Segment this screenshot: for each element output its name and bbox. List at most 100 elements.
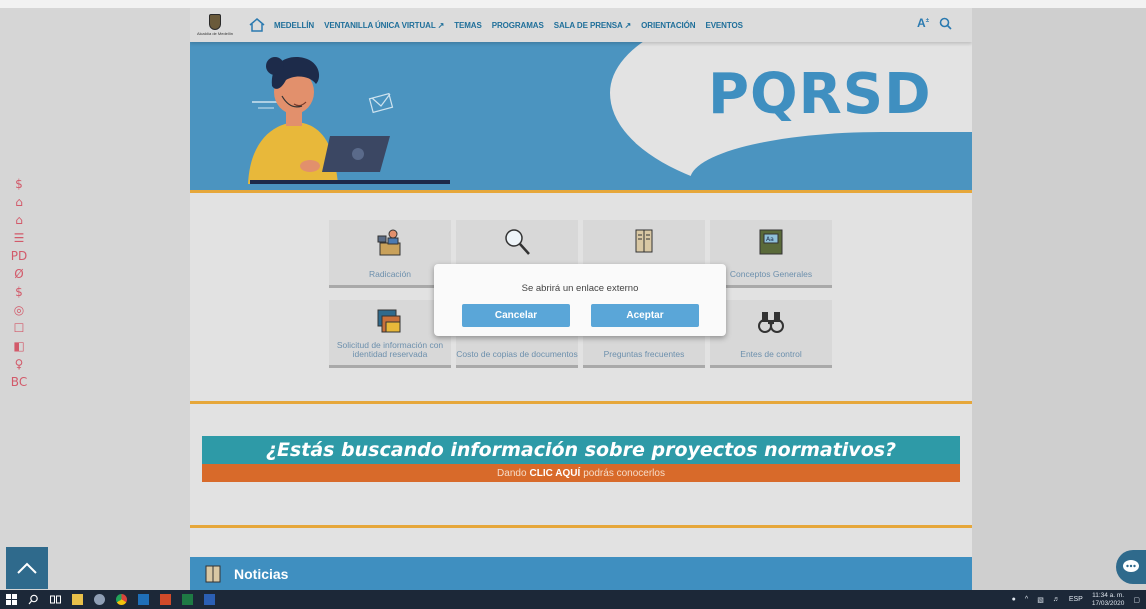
powerpoint-icon [159,594,171,605]
powerpoint-button[interactable] [154,590,176,609]
dictionary-icon: Aa [759,229,783,255]
tile-entes-control[interactable]: Entes de control [710,300,832,368]
outlook-button[interactable] [132,590,154,609]
logo-text: Alcaldía de Medellín [196,31,234,36]
word-icon [203,594,215,605]
nav-medellin[interactable]: MEDELLÍN [274,21,314,30]
external-link-dialog: Se abrirá un enlace externo Cancelar Ace… [434,264,726,336]
tray-expand-icon[interactable]: ^ [1025,596,1028,603]
task-view-icon [49,595,61,604]
folder-icon [71,594,83,605]
taskbar-search[interactable] [22,590,44,609]
chat-bubble-icon[interactable]: ☐ [10,320,28,336]
hero-title: PQRSD [708,62,932,127]
search-icon [28,594,38,605]
tile-label: Radicación [368,269,412,279]
magnifier-icon [505,229,530,255]
home-icon[interactable]: ⌂ [10,194,28,210]
accept-button[interactable]: Aceptar [591,304,699,327]
no-icon[interactable]: Ø [10,266,28,282]
agent-illustration [248,57,450,184]
font-size-icon[interactable]: A± [917,16,929,30]
banner-clic-aqui[interactable]: CLIC AQUÍ [530,468,581,479]
person-icon[interactable]: ♀ [10,356,28,372]
hero-banner: PQRSD [190,42,972,192]
banner-sub-pre: Dando [497,467,527,479]
network-icon[interactable]: ▧ [1037,596,1044,604]
volume-icon[interactable]: ♬ [1053,596,1060,603]
open-book-icon [635,229,653,253]
clock-date: 17/03/2020 [1091,599,1125,607]
image-icon[interactable]: ◧ [10,338,28,354]
tile-label: Solicitud de información con identidad r… [336,340,444,359]
alcaldia-logo[interactable]: Alcaldía de Medellín [194,10,236,40]
file-explorer-button[interactable] [66,590,88,609]
shield-icon [209,14,221,30]
start-button[interactable] [0,590,22,609]
tile-identidad-reservada[interactable]: Solicitud de información con identidad r… [329,300,451,368]
section-divider [190,525,972,528]
tile-label: Conceptos Generales [729,269,813,279]
windows-taskbar: ● ^ ▧ ♬ ESP 11:34 a. m. 17/03/2020 ▢ [0,590,1146,609]
system-tray: ● ^ ▧ ♬ ESP 11:34 a. m. 17/03/2020 ▢ [1012,590,1140,609]
outlook-icon [137,594,149,605]
search-icon[interactable] [939,17,952,30]
location-icon[interactable]: ◎ [10,302,28,318]
house-icon[interactable]: ⌂ [10,212,28,228]
home-icon[interactable] [246,14,268,36]
chrome-button[interactable] [110,590,132,609]
bc-icon[interactable]: BC [10,374,28,390]
main-menu: MEDELLÍN VENTANILLA ÚNICA VIRTUAL ↗ TEMA… [274,21,753,30]
banner-subline: Dando CLIC AQUÍ podrás conocerlos [202,464,960,482]
nav-tools: A± [917,16,952,30]
document-icon[interactable]: ☰ [10,230,28,246]
banner-headline-bar: ¿Estás buscando información sobre proyec… [202,436,960,464]
edge-button[interactable] [88,590,110,609]
binoculars-icon [758,312,784,333]
notifications-icon[interactable]: ▢ [1133,596,1140,604]
pd-icon[interactable]: PD [10,248,28,264]
excel-icon [181,594,193,605]
browser-top-strip [0,0,1146,8]
word-button[interactable] [198,590,220,609]
nav-programas[interactable]: PROGRAMAS [492,21,544,30]
banner-headline: ¿Estás buscando información sobre proyec… [265,439,897,461]
tile-label: Preguntas frecuentes [603,349,685,359]
right-gutter [972,8,1146,590]
proyectos-normativos-banner[interactable]: ¿Estás buscando información sobre proyec… [202,436,960,490]
money-icon[interactable]: $ [10,176,28,192]
cancel-button[interactable]: Cancelar [462,304,570,327]
clock[interactable]: 11:34 a. m. 17/03/2020 [1092,592,1125,608]
section-divider [190,401,972,404]
files-icon [377,309,401,333]
tile-radicacion[interactable]: Radicación [329,220,451,288]
chevron-up-icon [17,562,37,574]
dialog-message: Se abrirá un enlace externo [521,283,639,294]
top-nav: Alcaldía de Medellín MEDELLÍN VENTANILLA… [190,8,972,42]
left-accessibility-icons: $ ⌂ ⌂ ☰ PD Ø $ ◎ ☐ ◧ ♀ BC [10,176,30,390]
news-header: Noticias [190,557,972,590]
edge-icon [93,594,105,605]
tile-label: Costo de copias de documentos [456,349,578,359]
excel-button[interactable] [176,590,198,609]
nav-orientacion[interactable]: ORIENTACIÓN [641,21,695,30]
nav-temas[interactable]: TEMAS [454,21,482,30]
money-bag-icon[interactable]: $ [10,284,28,300]
tile-conceptos-generales[interactable]: Aa Conceptos Generales [710,220,832,288]
nav-eventos[interactable]: EVENTOS [705,21,742,30]
svg-text:Aa: Aa [766,236,774,243]
tile-label: Entes de control [740,349,802,359]
chrome-icon [115,594,127,605]
language-indicator[interactable]: ESP [1069,596,1083,603]
banner-sub-post: podrás conocerlos [583,467,665,479]
chat-button[interactable] [1116,550,1146,584]
nav-sala-prensa[interactable]: SALA DE PRENSA ↗ [554,21,632,30]
nav-ventanilla[interactable]: VENTANILLA ÚNICA VIRTUAL ↗ [324,21,444,30]
scroll-top-button[interactable] [6,547,48,589]
task-view-button[interactable] [44,590,66,609]
windows-icon [5,594,17,605]
news-title: Noticias [234,565,289,582]
chat-icon [1123,560,1139,572]
news-book-icon [205,565,221,582]
people-icon[interactable]: ● [1012,596,1016,603]
